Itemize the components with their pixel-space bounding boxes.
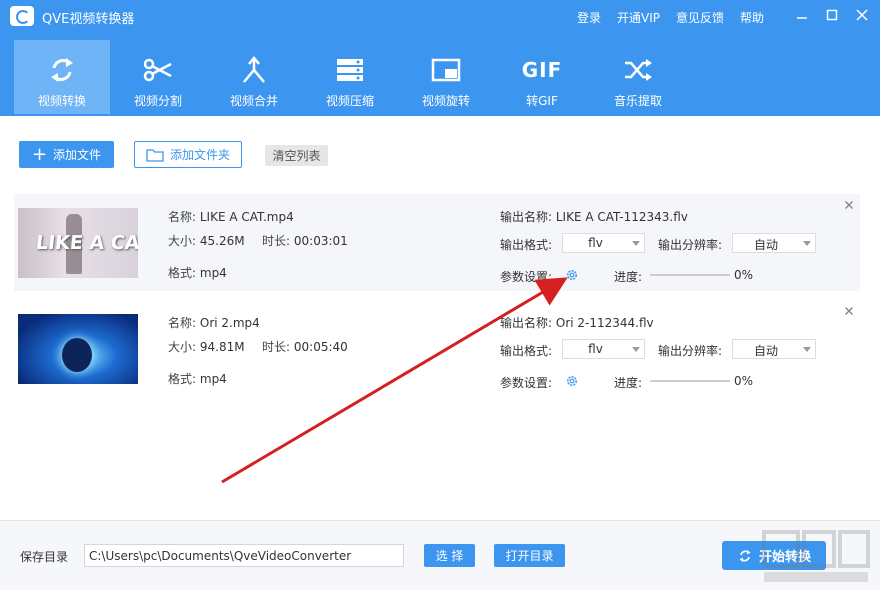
output-resolution-label: 输出分辨率: xyxy=(658,342,722,359)
login-link[interactable]: 登录 xyxy=(577,9,601,26)
video-thumbnail xyxy=(18,314,138,384)
output-name: 输出名称: Ori 2-112344.flv xyxy=(500,314,654,331)
remove-file-icon[interactable] xyxy=(844,200,854,210)
tab-label: 视频合并 xyxy=(230,92,278,109)
file-duration: 时长: 00:05:40 xyxy=(262,338,348,355)
tab-video-convert[interactable]: 视频转换 xyxy=(14,40,110,114)
gif-icon: GIF xyxy=(522,54,563,86)
progress-bar xyxy=(650,274,730,276)
tab-video-compress[interactable]: 视频压缩 xyxy=(302,40,398,114)
file-duration: 时长: 00:03:01 xyxy=(262,232,348,249)
chevron-down-icon xyxy=(803,241,811,246)
gear-icon[interactable] xyxy=(565,268,579,282)
output-name: 输出名称: LIKE A CAT-112343.flv xyxy=(500,208,688,225)
output-resolution-label: 输出分辨率: xyxy=(658,236,722,253)
feature-toolbar: 视频转换 视频分割 视频合并 xyxy=(14,40,686,114)
params-label: 参数设置: xyxy=(500,268,552,285)
tab-label: 视频压缩 xyxy=(326,92,374,109)
output-resolution-select[interactable]: 自动 xyxy=(732,339,816,359)
scissors-icon xyxy=(142,54,174,86)
vip-link[interactable]: 开通VIP xyxy=(617,9,660,26)
file-size-value: 45.26M xyxy=(200,234,245,248)
output-resolution-select[interactable]: 自动 xyxy=(732,233,816,253)
clear-list-button[interactable]: 清空列表 xyxy=(265,145,328,166)
app-title: QVE视频转换器 xyxy=(42,8,134,27)
video-thumbnail: LIKE A CAT xyxy=(18,208,138,278)
close-icon[interactable] xyxy=(855,8,869,22)
tab-video-split[interactable]: 视频分割 xyxy=(110,40,206,114)
file-format-value: mp4 xyxy=(200,266,227,280)
file-row: LIKE A CAT 名称: LIKE A CAT.mp4 大小: 45.26M… xyxy=(14,194,860,291)
params-label: 参数设置: xyxy=(500,374,552,391)
chevron-down-icon xyxy=(632,347,640,352)
file-name-value: LIKE A CAT.mp4 xyxy=(200,210,294,224)
add-folder-button[interactable]: 添加文件夹 xyxy=(134,141,242,168)
plus-icon: + xyxy=(32,146,47,164)
output-name-value: Ori 2-112344.flv xyxy=(556,316,654,330)
file-name-value: Ori 2.mp4 xyxy=(200,316,260,330)
tab-label: 视频旋转 xyxy=(422,92,470,109)
add-folder-label: 添加文件夹 xyxy=(170,146,230,163)
tab-to-gif[interactable]: GIF 转GIF xyxy=(494,40,590,114)
tab-label: 音乐提取 xyxy=(614,92,662,109)
tab-label: 视频转换 xyxy=(38,92,86,109)
chevron-down-icon xyxy=(803,347,811,352)
convert-icon xyxy=(46,54,78,86)
file-name: 名称: LIKE A CAT.mp4 xyxy=(168,208,294,225)
save-path-input[interactable] xyxy=(84,544,404,567)
file-duration-value: 00:05:40 xyxy=(294,340,348,354)
file-size-value: 94.81M xyxy=(200,340,245,354)
add-file-button[interactable]: + 添加文件 xyxy=(19,141,114,168)
gear-icon[interactable] xyxy=(565,374,579,388)
open-dir-button[interactable]: 打开目录 xyxy=(494,544,565,567)
rotate-icon xyxy=(430,54,462,86)
watermark-logo xyxy=(760,528,872,586)
output-format-select[interactable]: flv xyxy=(562,233,645,253)
footer-bar: 保存目录 选 择 打开目录 开始转换 xyxy=(0,520,880,590)
top-links: 登录 开通VIP 意见反馈 帮助 xyxy=(577,9,764,26)
select-dir-button[interactable]: 选 择 xyxy=(424,544,475,567)
tab-label: 视频分割 xyxy=(134,92,182,109)
progress-label: 进度: xyxy=(614,374,642,391)
file-name: 名称: Ori 2.mp4 xyxy=(168,314,260,331)
chevron-down-icon xyxy=(632,241,640,246)
merge-icon xyxy=(238,54,270,86)
output-format-select[interactable]: flv xyxy=(562,339,645,359)
output-name-value: LIKE A CAT-112343.flv xyxy=(556,210,688,224)
app-logo-icon xyxy=(10,6,34,26)
tab-label: 转GIF xyxy=(526,92,558,109)
progress-bar xyxy=(650,380,730,382)
remove-file-icon[interactable] xyxy=(844,306,854,316)
output-format-label: 输出格式: xyxy=(500,342,552,359)
file-size: 大小: 94.81M xyxy=(168,338,245,355)
maximize-icon[interactable] xyxy=(825,8,839,22)
minimize-icon[interactable] xyxy=(795,8,809,22)
file-format: 格式: mp4 xyxy=(168,264,227,281)
tab-music-extract[interactable]: 音乐提取 xyxy=(590,40,686,114)
output-format-label: 输出格式: xyxy=(500,236,552,253)
tab-video-rotate[interactable]: 视频旋转 xyxy=(398,40,494,114)
convert-icon xyxy=(737,548,753,564)
app-header: QVE视频转换器 登录 开通VIP 意见反馈 帮助 视频转换 xyxy=(0,0,880,116)
file-duration-value: 00:03:01 xyxy=(294,234,348,248)
add-file-label: 添加文件 xyxy=(53,146,101,163)
feedback-link[interactable]: 意见反馈 xyxy=(676,9,724,26)
compress-icon xyxy=(334,54,366,86)
shuffle-icon xyxy=(622,54,654,86)
progress-value: 0% xyxy=(734,374,753,388)
title-bar: QVE视频转换器 登录 开通VIP 意见反馈 帮助 xyxy=(0,0,880,34)
thumbnail-figure xyxy=(62,338,92,372)
file-size: 大小: 45.26M xyxy=(168,232,245,249)
file-row: 名称: Ori 2.mp4 大小: 94.81M 时长: 00:05:40 格式… xyxy=(14,300,860,397)
folder-icon xyxy=(146,148,164,162)
file-format: 格式: mp4 xyxy=(168,370,227,387)
progress-label: 进度: xyxy=(614,268,642,285)
progress-value: 0% xyxy=(734,268,753,282)
file-format-value: mp4 xyxy=(200,372,227,386)
thumbnail-text: LIKE A CAT xyxy=(35,232,138,254)
help-link[interactable]: 帮助 xyxy=(740,9,764,26)
tab-video-merge[interactable]: 视频合并 xyxy=(206,40,302,114)
save-dir-label: 保存目录 xyxy=(20,548,68,565)
